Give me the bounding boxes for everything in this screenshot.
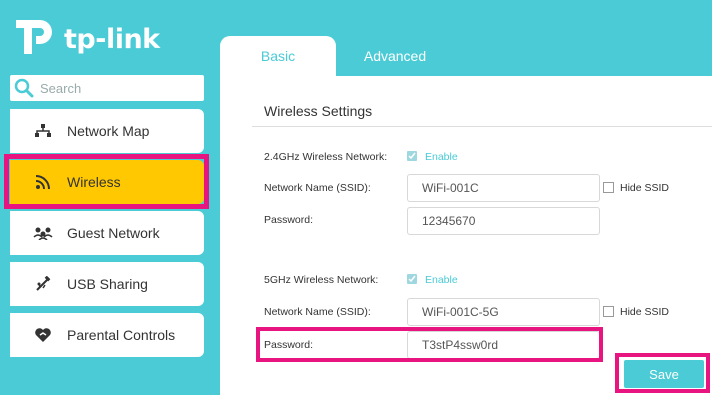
band24-hide-ssid-checkbox[interactable] xyxy=(603,182,614,193)
tab-basic[interactable]: Basic xyxy=(220,36,336,76)
parental-controls-icon xyxy=(32,324,54,346)
section-divider xyxy=(252,126,712,127)
band24-enable-label: Enable xyxy=(425,151,458,163)
tp-link-logo: tp-link xyxy=(10,10,160,60)
sidebar-item-usb-sharing[interactable]: USB Sharing xyxy=(10,262,204,306)
network-map-icon xyxy=(32,120,54,142)
guest-network-icon xyxy=(32,222,54,244)
band5-enable-label: Enable xyxy=(425,274,458,286)
band5-enable-checkbox[interactable] xyxy=(407,274,417,284)
highlight-password-annotation xyxy=(256,327,603,362)
band5-hide-ssid-checkbox[interactable] xyxy=(603,306,614,317)
highlight-wireless-annotation xyxy=(4,154,209,209)
sidebar-item-label: Guest Network xyxy=(67,225,160,241)
band24-password-input[interactable]: 12345670 xyxy=(407,207,600,235)
save-button[interactable]: Save xyxy=(624,360,704,388)
checkmark-icon xyxy=(408,275,416,283)
band5-ssid-label: Network Name (SSID): xyxy=(264,306,371,318)
section-title: Wireless Settings xyxy=(264,103,373,119)
sidebar-item-guest-network[interactable]: Guest Network xyxy=(10,211,204,255)
tab-advanced[interactable]: Advanced xyxy=(340,36,450,76)
sidebar-item-parental-controls[interactable]: Parental Controls xyxy=(10,313,204,357)
usb-icon xyxy=(32,273,54,295)
band24-ssid-label: Network Name (SSID): xyxy=(264,182,371,194)
sidebar-item-network-map[interactable]: Network Map xyxy=(10,109,204,153)
band24-password-label: Password: xyxy=(264,214,314,226)
band5-network-label: 5GHz Wireless Network: xyxy=(264,274,379,286)
band5-hide-ssid-label: Hide SSID xyxy=(620,306,670,318)
sidebar-item-label: Network Map xyxy=(67,123,150,139)
checkmark-icon xyxy=(408,152,416,160)
sidebar-item-label: Parental Controls xyxy=(67,327,176,343)
band24-ssid-input[interactable]: WiFi-001C xyxy=(407,174,600,202)
band24-enable-checkbox[interactable] xyxy=(407,151,417,161)
band24-hide-ssid-label: Hide SSID xyxy=(620,182,670,194)
sidebar-item-label: USB Sharing xyxy=(67,276,148,292)
search-box[interactable] xyxy=(10,75,204,101)
tp-link-logo-icon xyxy=(16,20,52,54)
search-input[interactable] xyxy=(40,80,190,96)
band24-network-label: 2.4GHz Wireless Network: xyxy=(264,151,388,163)
band5-ssid-input[interactable]: WiFi-001C-5G xyxy=(407,298,600,326)
search-icon xyxy=(14,78,34,98)
brand-name: tp-link xyxy=(64,24,160,55)
